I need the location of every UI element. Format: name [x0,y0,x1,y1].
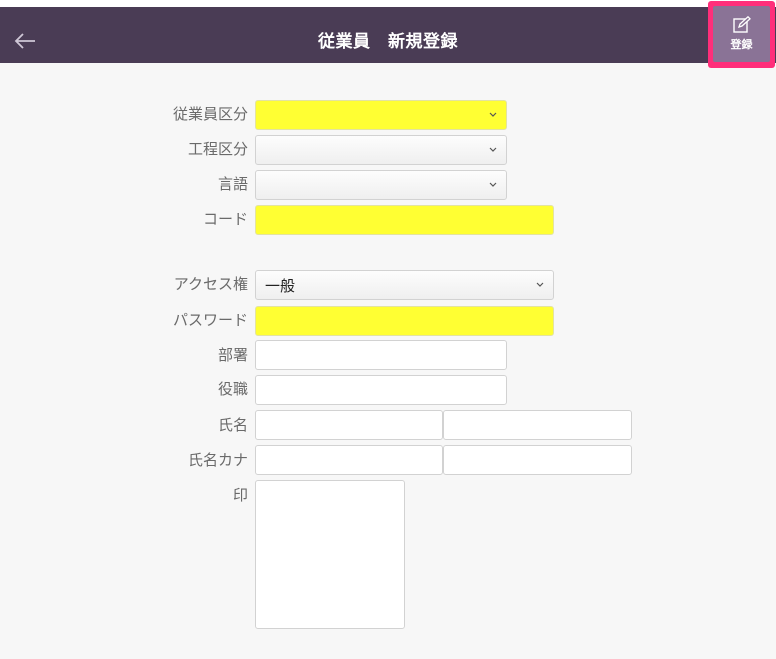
code-input[interactable] [255,205,554,235]
chevron-down-icon [489,182,497,187]
department-input[interactable] [255,340,507,370]
save-button[interactable]: 登録 [713,6,770,62]
stamp-label: 印 [232,486,248,504]
language-select[interactable] [255,170,507,200]
code-label: コード [202,210,248,228]
stamp-area[interactable] [255,480,405,629]
access-select[interactable]: 一般 [255,270,554,300]
language-label: 言語 [217,175,248,193]
employee-type-select[interactable] [255,100,507,130]
save-label: 登録 [730,38,753,51]
access-value: 一般 [265,277,296,295]
edit-icon [732,16,751,33]
last-name-input[interactable] [255,410,443,440]
process-type-select[interactable] [255,135,507,165]
name-kana-label: 氏名カナ [187,451,248,469]
department-label: 部署 [217,346,248,364]
process-type-label: 工程区分 [187,140,248,158]
password-label: パスワード [172,311,248,329]
last-name-kana-input[interactable] [255,445,443,475]
password-input[interactable] [255,306,554,336]
save-button-highlight: 登録 [708,1,775,68]
first-name-kana-input[interactable] [443,445,632,475]
employee-form: 従業員区分 工程区分 言語 コード アクセス権 一般 パスワード 部署 役職 氏… [0,63,776,659]
position-input[interactable] [255,375,507,405]
position-label: 役職 [217,380,248,398]
first-name-input[interactable] [443,410,632,440]
top-strip [0,0,776,7]
employee-type-label: 従業員区分 [172,105,248,123]
chevron-down-icon [536,282,544,287]
access-label: アクセス権 [173,275,248,293]
name-label: 氏名 [217,416,248,434]
app-header: 従業員 新規登録 [0,7,776,63]
chevron-down-icon [489,112,497,117]
page-title: 従業員 新規登録 [318,32,458,52]
chevron-down-icon [489,147,497,152]
